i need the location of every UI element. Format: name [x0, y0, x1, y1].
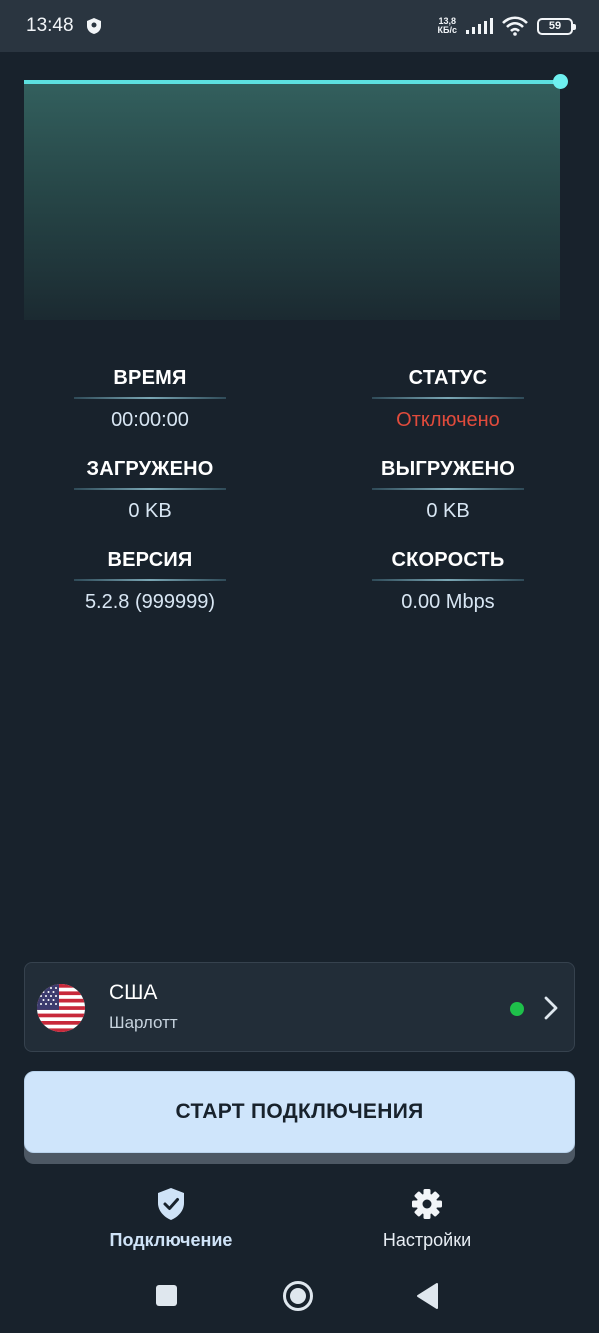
- signal-icon: [466, 18, 493, 34]
- divider: [74, 488, 226, 490]
- nav-settings-label: Настройки: [382, 1230, 472, 1250]
- divider: [372, 579, 524, 581]
- us-flag-icon: [37, 984, 85, 1032]
- shield-check-icon: [158, 1188, 184, 1220]
- status-bar-right: 13,8 КБ/с 59: [438, 16, 576, 36]
- wifi-icon: [502, 16, 528, 36]
- stat-version-value: 5.2.8 (999999): [84, 591, 216, 613]
- battery-icon: 59: [537, 17, 576, 35]
- stat-time: ВРЕМЯ 00:00:00: [74, 362, 226, 435]
- server-city: Шарлотт: [109, 1013, 178, 1032]
- stat-speed: СКОРОСТЬ 0.00 Mbps: [372, 544, 524, 617]
- nav-connection-label: Подключение: [109, 1230, 233, 1250]
- online-status-indicator: [510, 1002, 524, 1016]
- shield-icon: [86, 18, 101, 34]
- recent-apps-button[interactable]: [155, 1284, 179, 1308]
- stat-speed-value: 0.00 Mbps: [401, 591, 495, 613]
- stat-version-label: ВЕРСИЯ: [107, 549, 193, 571]
- bottom-navigation: Подключение Настройки: [0, 1174, 599, 1264]
- graph-line: [24, 80, 560, 84]
- nav-connection[interactable]: Подключение: [71, 1186, 271, 1251]
- network-speed-unit: КБ/с: [437, 25, 457, 35]
- divider: [372, 397, 524, 399]
- stat-uploaded-label: ВЫГРУЖЕНО: [380, 458, 516, 480]
- back-button[interactable]: [415, 1282, 439, 1310]
- battery-level: 59: [548, 20, 562, 32]
- server-country: США: [109, 981, 158, 1004]
- start-connection-button[interactable]: СТАРТ ПОДКЛЮЧЕНИЯ: [24, 1071, 575, 1153]
- server-selector[interactable]: США Шарлотт: [24, 962, 575, 1052]
- status-bar-left: 13:48: [26, 15, 102, 37]
- divider: [74, 397, 226, 399]
- divider: [372, 488, 524, 490]
- chevron-right-icon: [544, 996, 558, 1020]
- divider: [74, 579, 226, 581]
- stat-downloaded-value: 0 KB: [128, 500, 172, 522]
- nav-settings[interactable]: Настройки: [327, 1186, 527, 1251]
- stat-version: ВЕРСИЯ 5.2.8 (999999): [74, 544, 226, 617]
- stat-time-value: 00:00:00: [111, 409, 189, 431]
- stat-time-label: ВРЕМЯ: [113, 367, 187, 389]
- stat-uploaded: ВЫГРУЖЕНО 0 KB: [372, 453, 524, 526]
- clock: 13:48: [26, 15, 74, 36]
- stat-speed-label: СКОРОСТЬ: [391, 549, 505, 571]
- stat-status-label: СТАТУС: [408, 367, 488, 389]
- system-navigation-bar: [0, 1264, 599, 1333]
- home-button[interactable]: [282, 1280, 314, 1312]
- stat-uploaded-value: 0 KB: [426, 500, 470, 522]
- stat-status: СТАТУС Отключено: [372, 362, 524, 435]
- network-speed: 13,8 КБ/с: [438, 17, 457, 35]
- graph-endpoint: [553, 74, 568, 89]
- traffic-graph: [24, 74, 568, 320]
- stat-downloaded: ЗАГРУЖЕНО 0 KB: [74, 453, 226, 526]
- status-bar: 13:48 13,8 КБ/с 59: [0, 0, 599, 52]
- gear-icon: [412, 1189, 442, 1219]
- stat-status-value: Отключено: [396, 409, 500, 431]
- stat-downloaded-label: ЗАГРУЖЕНО: [86, 458, 214, 480]
